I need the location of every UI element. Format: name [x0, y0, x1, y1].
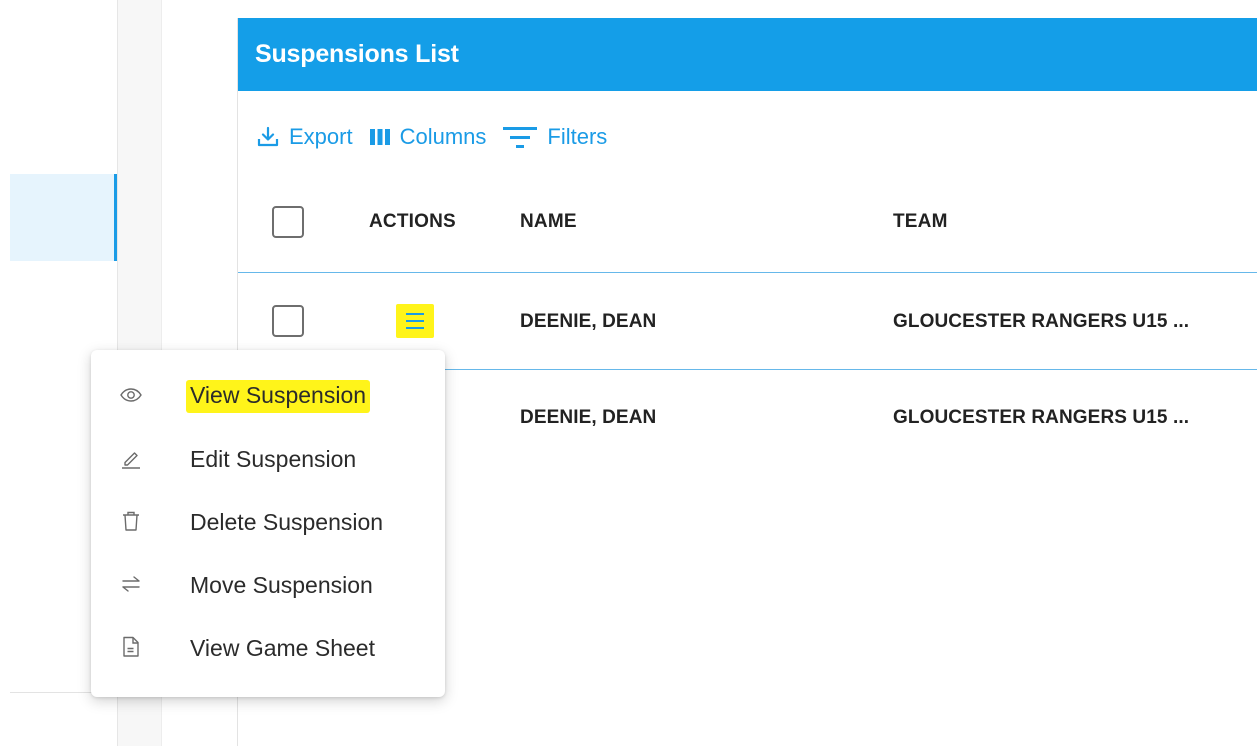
menu-item-edit-suspension[interactable]: Edit Suspension	[91, 428, 445, 491]
filter-icon	[503, 127, 538, 148]
page-title: Suspensions List	[255, 40, 459, 68]
menu-item-label: View Game Sheet	[190, 635, 375, 661]
panel-header: Suspensions List	[238, 18, 1257, 91]
menu-item-label: Move Suspension	[190, 572, 373, 598]
menu-item-label: Delete Suspension	[190, 509, 384, 535]
column-header-team[interactable]: TEAM	[893, 211, 948, 233]
column-header-name[interactable]: NAME	[520, 211, 577, 233]
columns-button[interactable]: Columns	[369, 124, 487, 150]
menu-item-label: Edit Suspension	[190, 446, 357, 472]
sidebar-active-item[interactable]	[10, 174, 117, 261]
row-actions-menu-button[interactable]	[396, 304, 434, 338]
export-button[interactable]: Export	[256, 124, 353, 150]
columns-label: Columns	[399, 124, 487, 149]
column-header-actions[interactable]: ACTIONS	[369, 211, 456, 233]
row-actions-context-menu: View Suspension Edit Suspension Delete S…	[91, 350, 445, 697]
menu-item-move-suspension[interactable]: Move Suspension	[91, 554, 445, 617]
menu-item-view-game-sheet[interactable]: View Game Sheet	[91, 617, 445, 680]
columns-icon	[369, 129, 390, 145]
document-icon	[123, 636, 139, 657]
cell-team: GLOUCESTER RANGERS U15 ...	[893, 407, 1190, 428]
table-toolbar: Export Columns Filters	[256, 122, 623, 152]
download-icon	[257, 126, 279, 147]
menu-item-view-suspension[interactable]: View Suspension	[91, 365, 445, 428]
hamburger-icon-line	[406, 327, 424, 329]
pencil-icon	[122, 452, 140, 469]
table-header: ACTIONS NAME TEAM	[238, 194, 1257, 273]
trash-icon	[123, 511, 139, 531]
cell-team: GLOUCESTER RANGERS U15 ...	[893, 311, 1190, 332]
export-label: Export	[289, 124, 353, 149]
eye-icon	[120, 388, 142, 402]
hamburger-icon-line	[406, 320, 424, 322]
row-checkbox[interactable]	[272, 305, 304, 337]
menu-item-delete-suspension[interactable]: Delete Suspension	[91, 491, 445, 554]
cell-name: DEENIE, DEAN	[520, 311, 657, 332]
filters-label: Filters	[547, 124, 608, 149]
filters-button[interactable]: Filters	[502, 124, 607, 150]
hamburger-icon-line	[406, 313, 424, 315]
select-all-checkbox[interactable]	[272, 206, 304, 238]
cell-name: DEENIE, DEAN	[520, 407, 657, 428]
swap-arrows-icon	[122, 576, 140, 592]
menu-item-label: View Suspension	[186, 380, 371, 413]
